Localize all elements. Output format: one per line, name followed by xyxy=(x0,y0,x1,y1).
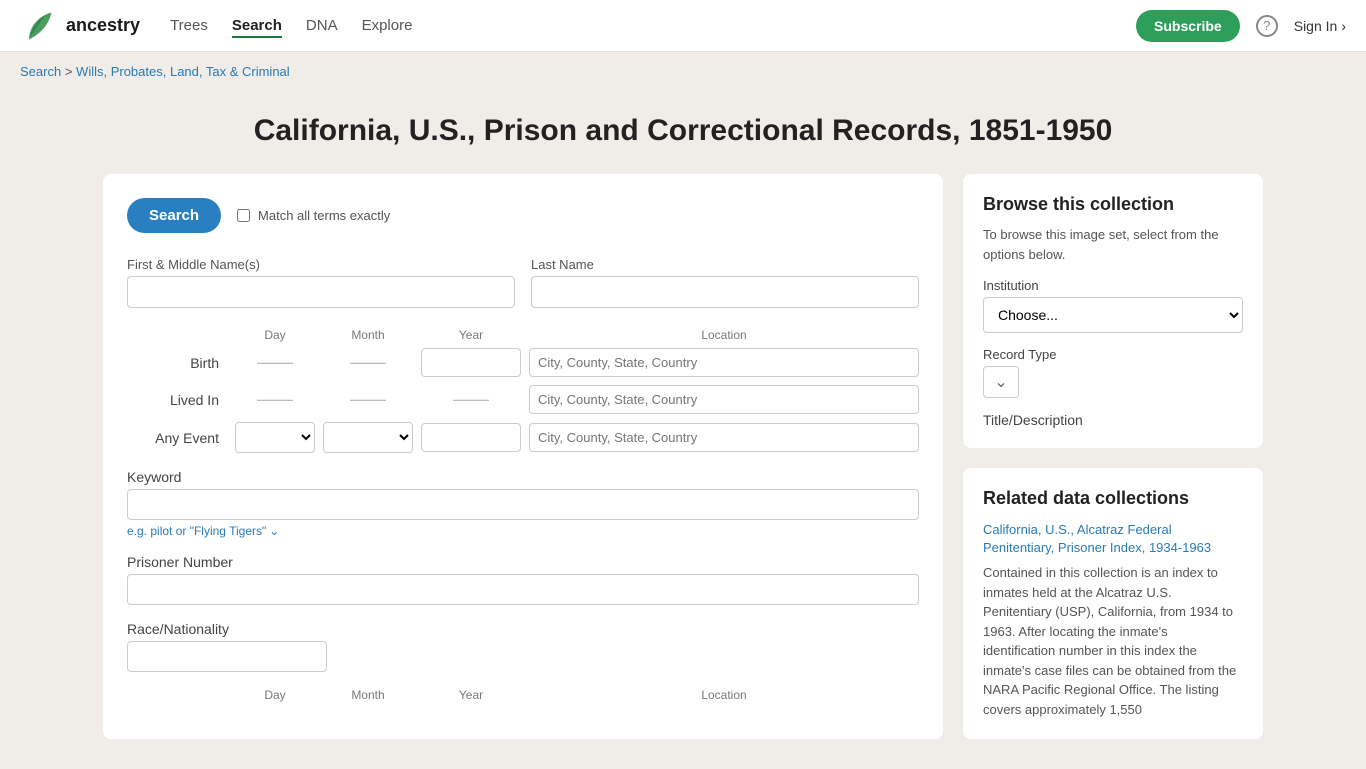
logo-text: ancestry xyxy=(66,15,140,36)
nav-link-explore[interactable]: Explore xyxy=(362,17,413,34)
search-card: Search Match all terms exactly First & M… xyxy=(103,174,943,739)
top-navigation: ancestry Trees Search DNA Explore Subscr… xyxy=(0,0,1366,52)
keyword-hint-text: e.g. pilot or "Flying Tigers" xyxy=(127,524,266,538)
signin-label: Sign In xyxy=(1294,18,1338,34)
name-fields: First & Middle Name(s) Last Name xyxy=(127,257,919,308)
first-name-input[interactable] xyxy=(127,276,515,308)
any-event-day-select[interactable] xyxy=(235,422,315,453)
right-sidebar: Browse this collection To browse this im… xyxy=(963,174,1263,739)
chevron-down-icon: ⌄ xyxy=(994,372,1007,392)
match-exactly-label: Match all terms exactly xyxy=(237,208,390,223)
keyword-hint[interactable]: e.g. pilot or "Flying Tigers" ⌄ xyxy=(127,524,919,538)
record-type-label: Record Type xyxy=(983,347,1243,362)
event-section: Day Month Year Location Birth —— —— Live… xyxy=(127,328,919,453)
institution-label: Institution xyxy=(983,278,1243,293)
related-title: Related data collections xyxy=(983,488,1243,509)
birth-label: Birth xyxy=(127,355,227,371)
prisoner-number-label: Prisoner Number xyxy=(127,554,919,570)
keyword-label: Keyword xyxy=(127,469,919,485)
keyword-section: Keyword e.g. pilot or "Flying Tigers" ⌄ xyxy=(127,469,919,538)
col-day-header: Day xyxy=(235,328,315,342)
breadcrumb: Search > Wills, Probates, Land, Tax & Cr… xyxy=(0,52,1366,91)
breadcrumb-link[interactable]: Wills, Probates, Land, Tax & Criminal xyxy=(76,64,290,79)
related-card: Related data collections California, U.S… xyxy=(963,468,1263,739)
bottom-col-month-header: Month xyxy=(323,688,413,702)
signin-link[interactable]: Sign In › xyxy=(1294,18,1346,34)
any-event-year-input[interactable] xyxy=(421,423,521,452)
lived-in-location-input[interactable] xyxy=(529,385,919,414)
lived-in-label: Lived In xyxy=(127,392,227,408)
search-top: Search Match all terms exactly xyxy=(127,198,919,233)
subscribe-button[interactable]: Subscribe xyxy=(1136,10,1240,42)
keyword-input[interactable] xyxy=(127,489,919,520)
last-name-label: Last Name xyxy=(531,257,919,272)
page-title-area: California, U.S., Prison and Correctiona… xyxy=(0,91,1366,174)
search-button[interactable]: Search xyxy=(127,198,221,233)
first-name-group: First & Middle Name(s) xyxy=(127,257,515,308)
institution-select[interactable]: Choose... xyxy=(983,297,1243,333)
lived-in-day-dash: —— xyxy=(235,389,315,410)
bottom-col-year-header: Year xyxy=(421,688,521,702)
prisoner-number-section: Prisoner Number xyxy=(127,554,919,605)
page-title: California, U.S., Prison and Correctiona… xyxy=(20,111,1346,150)
record-type-expand-button[interactable]: ⌄ xyxy=(983,366,1019,398)
birth-row: Birth —— —— xyxy=(127,348,919,377)
main-content: Search Match all terms exactly First & M… xyxy=(83,174,1283,769)
related-description: Contained in this collection is an index… xyxy=(983,563,1243,719)
birth-day-dash: —— xyxy=(235,352,315,373)
any-event-row: Any Event xyxy=(127,422,919,453)
last-name-input[interactable] xyxy=(531,276,919,308)
lived-in-month-dash: —— xyxy=(323,389,413,410)
last-name-group: Last Name xyxy=(531,257,919,308)
col-year-header: Year xyxy=(421,328,521,342)
breadcrumb-search[interactable]: Search xyxy=(20,64,61,79)
birth-month-dash: —— xyxy=(323,352,413,373)
nav-item-search[interactable]: Search xyxy=(232,17,282,34)
col-month-header: Month xyxy=(323,328,413,342)
birth-year-input[interactable] xyxy=(421,348,521,377)
browse-description: To browse this image set, select from th… xyxy=(983,225,1243,264)
leaf-icon xyxy=(20,8,56,44)
race-input[interactable] xyxy=(127,641,327,672)
lived-in-year-dash: —— xyxy=(421,389,521,410)
help-icon[interactable]: ? xyxy=(1256,15,1278,37)
event-header-row: Day Month Year Location xyxy=(127,328,919,342)
match-exactly-checkbox[interactable] xyxy=(237,209,250,222)
first-name-label: First & Middle Name(s) xyxy=(127,257,515,272)
signin-arrow: › xyxy=(1341,18,1346,34)
bottom-event-section: Day Month Year Location xyxy=(127,688,919,702)
nav-link-dna[interactable]: DNA xyxy=(306,17,338,34)
race-label: Race/Nationality xyxy=(127,621,919,637)
prisoner-number-input[interactable] xyxy=(127,574,919,605)
any-event-month-select[interactable] xyxy=(323,422,413,453)
browse-card: Browse this collection To browse this im… xyxy=(963,174,1263,448)
bottom-col-day-header: Day xyxy=(235,688,315,702)
col-location-header: Location xyxy=(529,328,919,342)
birth-location-input[interactable] xyxy=(529,348,919,377)
race-section: Race/Nationality xyxy=(127,621,919,672)
breadcrumb-separator: > xyxy=(65,64,73,79)
match-exactly-text: Match all terms exactly xyxy=(258,208,390,223)
ancestry-logo[interactable]: ancestry xyxy=(20,8,140,44)
any-event-location-input[interactable] xyxy=(529,423,919,452)
record-type-area: ⌄ xyxy=(983,366,1243,398)
nav-link-trees[interactable]: Trees xyxy=(170,17,208,34)
bottom-event-header-row: Day Month Year Location xyxy=(127,688,919,702)
logo-area: ancestry xyxy=(20,8,140,44)
browse-title: Browse this collection xyxy=(983,194,1243,215)
any-event-label: Any Event xyxy=(127,430,227,446)
nav-item-dna[interactable]: DNA xyxy=(306,17,338,34)
bottom-col-location-header: Location xyxy=(529,688,919,702)
lived-in-row: Lived In —— —— —— xyxy=(127,385,919,414)
nav-right: Subscribe ? Sign In › xyxy=(1136,10,1346,42)
nav-links: Trees Search DNA Explore xyxy=(170,17,1136,34)
nav-link-search[interactable]: Search xyxy=(232,17,282,38)
title-desc-label: Title/Description xyxy=(983,412,1243,428)
related-link[interactable]: California, U.S., Alcatraz Federal Penit… xyxy=(983,521,1243,557)
chevron-down-icon: ⌄ xyxy=(269,524,279,538)
nav-item-explore[interactable]: Explore xyxy=(362,17,413,34)
nav-item-trees[interactable]: Trees xyxy=(170,17,208,34)
